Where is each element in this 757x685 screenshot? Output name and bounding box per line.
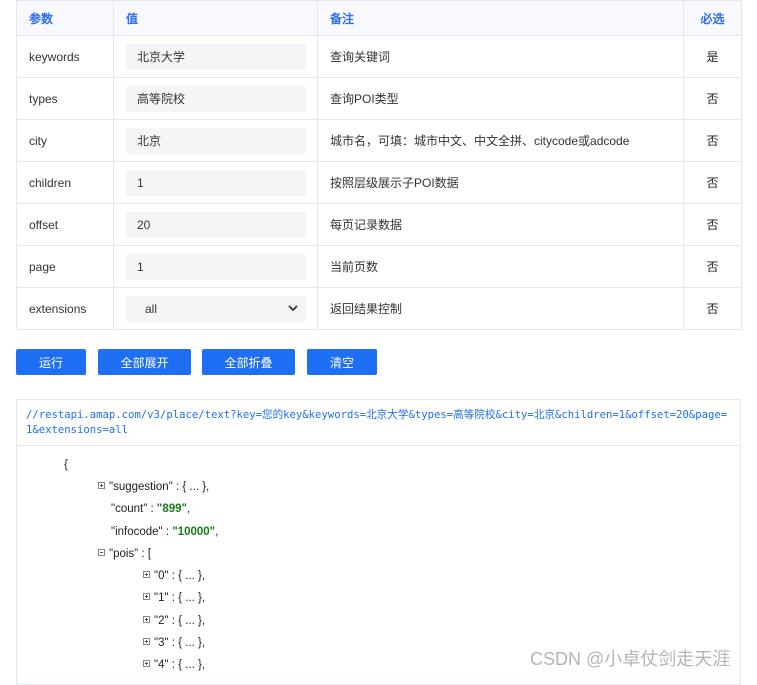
request-url: //restapi.amap.com/v3/place/text?key=您的k…: [16, 399, 741, 446]
json-line-poi: "0" : { ... },: [143, 568, 205, 584]
param-name: keywords: [16, 35, 114, 78]
json-line-infocode: "infocode" : "10000",: [111, 526, 219, 538]
param-name: types: [16, 77, 114, 120]
expand-icon[interactable]: [143, 616, 150, 623]
json-value: "899": [156, 503, 187, 515]
param-required: 否: [683, 287, 742, 330]
offset-input[interactable]: [126, 211, 306, 238]
table-row: city 城市名，可填：城市中文、中文全拼、citycode或adcode 否: [16, 119, 742, 162]
param-note: 查询POI类型: [317, 77, 684, 120]
json-key: "2": [154, 615, 169, 627]
param-note: 查询关键词: [317, 35, 684, 78]
types-input[interactable]: [126, 85, 306, 112]
table-row: children 按照层级展示子POI数据 否: [16, 161, 742, 204]
json-key: "pois": [109, 548, 139, 560]
json-open-brace: {: [64, 459, 68, 471]
collapse-all-button[interactable]: 全部折叠: [202, 349, 295, 375]
json-key: "3": [154, 637, 169, 649]
param-required: 否: [683, 245, 742, 288]
children-input[interactable]: [126, 169, 306, 196]
json-line-poi: "2" : { ... },: [143, 613, 205, 629]
expand-icon[interactable]: [143, 638, 150, 645]
city-input[interactable]: [126, 127, 306, 154]
collapsed-object[interactable]: { ... },: [178, 615, 205, 627]
extensions-select[interactable]: all: [126, 295, 306, 322]
param-required: 是: [683, 35, 742, 78]
expand-icon[interactable]: [143, 660, 150, 667]
watermark: CSDN @小卓仗剑走天涯: [530, 649, 731, 669]
table-header-row: 参数 值 备注 必选: [16, 0, 742, 36]
json-line-poi: "1" : { ... },: [143, 590, 205, 606]
collapsed-object[interactable]: { ... },: [178, 637, 205, 649]
param-required: 否: [683, 203, 742, 246]
collapsed-object[interactable]: { ... },: [178, 570, 205, 582]
param-note: 返回结果控制: [317, 287, 684, 330]
json-line-poi: "3" : { ... },: [143, 635, 205, 651]
header-value: 值: [113, 0, 318, 36]
expand-icon[interactable]: [98, 482, 105, 489]
json-line-count: "count" : "899",: [111, 503, 191, 515]
param-note: 当前页数: [317, 245, 684, 288]
json-value: "10000": [172, 526, 216, 538]
table-row: types 查询POI类型 否: [16, 77, 742, 120]
param-note: 每页记录数据: [317, 203, 684, 246]
param-required: 否: [683, 119, 742, 162]
param-note: 城市名，可填：城市中文、中文全拼、citycode或adcode: [317, 119, 684, 162]
param-required: 否: [683, 77, 742, 120]
collapsed-object[interactable]: { ... },: [182, 481, 209, 493]
expand-icon[interactable]: [143, 593, 150, 600]
param-required: 否: [683, 161, 742, 204]
json-line-suggestion: "suggestion" : { ... },: [98, 479, 209, 495]
chevron-down-icon: [288, 303, 298, 315]
json-key: "1": [154, 592, 169, 604]
param-name: page: [16, 245, 114, 288]
table-row: offset 每页记录数据 否: [16, 203, 742, 246]
json-key: "suggestion": [109, 481, 173, 493]
header-required: 必选: [683, 0, 742, 36]
header-param: 参数: [16, 0, 114, 36]
collapse-icon[interactable]: [98, 549, 105, 556]
extensions-select-value: all: [145, 301, 158, 316]
collapsed-object[interactable]: { ... },: [178, 659, 205, 671]
run-button[interactable]: 运行: [16, 349, 86, 375]
expand-icon[interactable]: [143, 571, 150, 578]
keywords-input[interactable]: [126, 43, 306, 70]
params-table: 参数 值 备注 必选 keywords 查询关键词 是 types 查询POI类…: [16, 0, 742, 330]
clear-button[interactable]: 清空: [307, 349, 377, 375]
table-row: page 当前页数 否: [16, 245, 742, 288]
json-line-pois: "pois" : [: [98, 546, 151, 562]
param-name: children: [16, 161, 114, 204]
header-note: 备注: [317, 0, 684, 36]
param-name: city: [16, 119, 114, 162]
table-row: keywords 查询关键词 是: [16, 35, 742, 78]
json-key: "count": [111, 503, 148, 515]
json-line-poi: "4" : { ... },: [143, 657, 205, 673]
param-note: 按照层级展示子POI数据: [317, 161, 684, 204]
param-name: offset: [16, 203, 114, 246]
collapsed-object[interactable]: { ... },: [178, 592, 205, 604]
table-row: extensions all 返回结果控制 否: [16, 287, 742, 330]
page-input[interactable]: [126, 253, 306, 280]
json-key: "infocode": [111, 526, 163, 538]
param-name: extensions: [16, 287, 114, 330]
json-key: "4": [154, 659, 169, 671]
json-key: "0": [154, 570, 169, 582]
expand-all-button[interactable]: 全部展开: [98, 349, 191, 375]
